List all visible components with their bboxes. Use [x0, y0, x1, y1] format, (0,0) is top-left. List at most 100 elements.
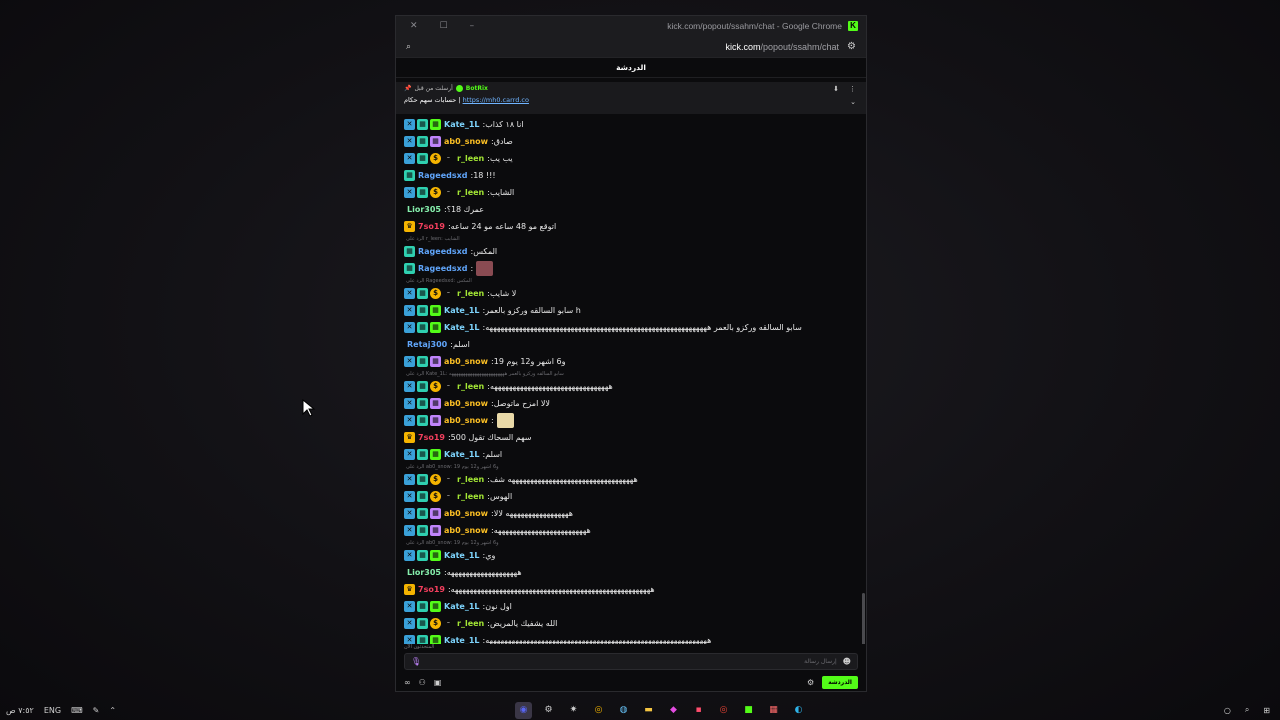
coin-badge-icon[interactable]: $ — [430, 187, 441, 198]
chat-message[interactable]: Retaj300: اسلم — [404, 336, 858, 353]
chat-username[interactable]: ab0_snow — [444, 509, 488, 518]
close-icon[interactable]: ✕ — [410, 21, 418, 31]
discord-icon[interactable]: ◉ — [515, 701, 532, 719]
emote-badge-icon[interactable]: ᵕ — [443, 491, 454, 502]
subscriber-badge-icon[interactable]: ▦ — [430, 136, 441, 147]
grid-badge-icon[interactable]: ▦ — [417, 153, 428, 164]
emoji-icon[interactable]: ☻ — [843, 657, 851, 666]
app-icon[interactable]: ▦ — [765, 702, 782, 719]
chat-message[interactable]: ✕ ▦ ▦ ab0_snow: صادق — [404, 133, 858, 150]
chat-username[interactable]: 7so19 — [418, 222, 445, 231]
windows-start-icon[interactable]: ⊞ — [1263, 706, 1270, 715]
grid-badge-icon[interactable]: ▦ — [417, 398, 428, 409]
url-text[interactable]: kick.com/popout/ssahm/chat — [725, 42, 839, 52]
chat-username[interactable]: ab0_snow — [444, 137, 488, 146]
site-settings-icon[interactable]: ⚙ — [847, 41, 856, 52]
grid-badge-icon[interactable]: ▦ — [417, 474, 428, 485]
chat-username[interactable]: r_leen — [457, 475, 484, 484]
crown-badge-icon[interactable]: ♛ — [404, 221, 415, 232]
emote-badge-icon[interactable]: ᵕ — [443, 288, 454, 299]
chat-username[interactable]: r_leen — [457, 492, 484, 501]
sword-badge-icon[interactable]: ✕ — [404, 381, 415, 392]
scrollbar[interactable] — [862, 593, 865, 650]
chat-username[interactable]: Kate_1L — [444, 306, 480, 315]
chat-username[interactable]: ab0_snow — [444, 399, 488, 408]
users-icon[interactable]: ⚇ — [419, 678, 426, 687]
sword-badge-icon[interactable]: ✕ — [404, 187, 415, 198]
sword-badge-icon[interactable]: ✕ — [404, 398, 415, 409]
chat-username[interactable]: Rageedsxd — [418, 171, 468, 180]
chat-message[interactable]: ✕ ▦ ▦ Kate_1L: اسلم — [404, 446, 858, 463]
language-indicator[interactable]: ENG — [44, 706, 61, 715]
gift-badge-icon[interactable]: ▦ — [430, 322, 441, 333]
grid-badge-icon[interactable]: ▦ — [417, 491, 428, 502]
sword-badge-icon[interactable]: ✕ — [404, 136, 415, 147]
reply-reference[interactable]: الرد على Rageedsxd: المكس — [404, 277, 858, 285]
emote-icon[interactable]: 🎙 — [411, 657, 421, 666]
grid-badge-icon[interactable]: ▦ — [404, 170, 415, 181]
app-icon[interactable]: ▪ — [690, 702, 707, 719]
chrome-icon[interactable]: ◎ — [715, 702, 732, 719]
chat-username[interactable]: Retaj300 — [407, 340, 447, 349]
chat-message[interactable]: ✕ ▦ ▦ ab0_snow: — [404, 412, 858, 429]
pen-icon[interactable]: ✎ — [93, 706, 100, 715]
sword-badge-icon[interactable]: ✕ — [404, 449, 415, 460]
grid-badge-icon[interactable]: ▦ — [417, 618, 428, 629]
clock[interactable]: ٧:٥٢ ص — [6, 706, 34, 715]
sword-badge-icon[interactable]: ✕ — [404, 153, 415, 164]
chat-body[interactable]: 📌 أرسلت من قبل BotRix حسابات سهم حكام | … — [396, 78, 866, 652]
crown-badge-icon[interactable]: ♛ — [404, 584, 415, 595]
grid-badge-icon[interactable]: ▦ — [417, 601, 428, 612]
chat-username[interactable]: Kate_1L — [444, 602, 480, 611]
chat-username[interactable]: ab0_snow — [444, 416, 488, 425]
chat-username[interactable]: 7so19 — [418, 585, 445, 594]
gift-icon[interactable]: ▣ — [434, 678, 442, 687]
emote-badge-icon[interactable]: ᵕ — [443, 474, 454, 485]
chat-username[interactable]: ab0_snow — [444, 526, 488, 535]
pinned-link[interactable]: https://mh0.carrd.co — [463, 96, 529, 104]
chat-username[interactable]: Kate_1L — [444, 323, 480, 332]
grid-badge-icon[interactable]: ▦ — [417, 136, 428, 147]
keyboard-icon[interactable]: ⌨ — [71, 706, 83, 715]
more-options-icon[interactable]: ⋮ — [849, 85, 856, 93]
gift-badge-icon[interactable]: ▦ — [430, 601, 441, 612]
gift-badge-icon[interactable]: ▦ — [430, 550, 441, 561]
reply-reference[interactable]: الرد على ab0_snow: و6 اشهر و12 يوم 19 — [404, 539, 858, 547]
chat-message[interactable]: ✕ ▦ ▦ ab0_snow: لالا امزح ماتوصل — [404, 395, 858, 412]
chat-message[interactable]: ✕ ▦ $ ᵕ r_leen: هههههههههههههههههههههههههههه… — [404, 471, 858, 488]
emote-badge-icon[interactable]: ᵕ — [443, 153, 454, 164]
edge-icon[interactable]: ◐ — [790, 702, 807, 719]
sword-badge-icon[interactable]: ✕ — [404, 288, 415, 299]
search-icon[interactable]: ⌕ — [1245, 705, 1249, 715]
gift-badge-icon[interactable]: ▦ — [430, 119, 441, 130]
grid-badge-icon[interactable]: ▦ — [417, 449, 428, 460]
grid-badge-icon[interactable]: ▦ — [417, 508, 428, 519]
chat-message[interactable]: ✕ ▦ ▦ ab0_snow: هههههههههههههههههههههههههه — [404, 522, 858, 539]
chat-message[interactable]: ✕ ▦ ▦ Kate_1L: انا ١٨ كذاب — [404, 116, 858, 133]
chat-username[interactable]: Kate_1L — [444, 551, 480, 560]
settings-icon[interactable]: ⚙ — [807, 678, 814, 687]
chat-message[interactable]: ✕ ▦ ▦ Kate_1L: وي — [404, 547, 858, 564]
chat-message[interactable]: ✕ ▦ ▦ ab0_snow: و6 اشهر و12 يوم 19 — [404, 353, 858, 370]
sticker-emote[interactable] — [496, 413, 514, 428]
chat-username[interactable]: Lior305 — [407, 205, 441, 214]
reply-reference[interactable]: الرد على Kate_1L: سابو السالقه وركزو بال… — [404, 370, 858, 378]
chat-username[interactable]: Kate_1L — [444, 120, 480, 129]
sword-badge-icon[interactable]: ✕ — [404, 119, 415, 130]
grid-badge-icon[interactable]: ▦ — [417, 119, 428, 130]
sword-badge-icon[interactable]: ✕ — [404, 508, 415, 519]
subscriber-badge-icon[interactable]: ▦ — [430, 525, 441, 536]
chat-message[interactable]: Lior305: هههههههههههههههههههه — [404, 564, 858, 581]
sword-badge-icon[interactable]: ✕ — [404, 322, 415, 333]
message-input[interactable]: 🎙 إرسال رسالة ☻ — [404, 653, 858, 670]
sword-badge-icon[interactable]: ✕ — [404, 474, 415, 485]
chat-message[interactable]: ✕ ▦ $ ᵕ r_leen: الشايب — [404, 184, 858, 201]
coin-badge-icon[interactable]: $ — [430, 618, 441, 629]
chat-message[interactable]: ✕ ▦ $ ᵕ r_leen: يب يب — [404, 150, 858, 167]
chat-message[interactable]: ✕ ▦ $ ᵕ r_leen: الله يشفيك يالمريض — [404, 615, 858, 632]
reply-reference[interactable]: الرد على r_leen: الشايب — [404, 235, 858, 243]
chat-username[interactable]: Kate_1L — [444, 450, 480, 459]
subscriber-badge-icon[interactable]: ▦ — [430, 415, 441, 426]
steam-icon[interactable]: ◍ — [615, 702, 632, 719]
file-explorer-icon[interactable]: ▬ — [640, 702, 657, 719]
